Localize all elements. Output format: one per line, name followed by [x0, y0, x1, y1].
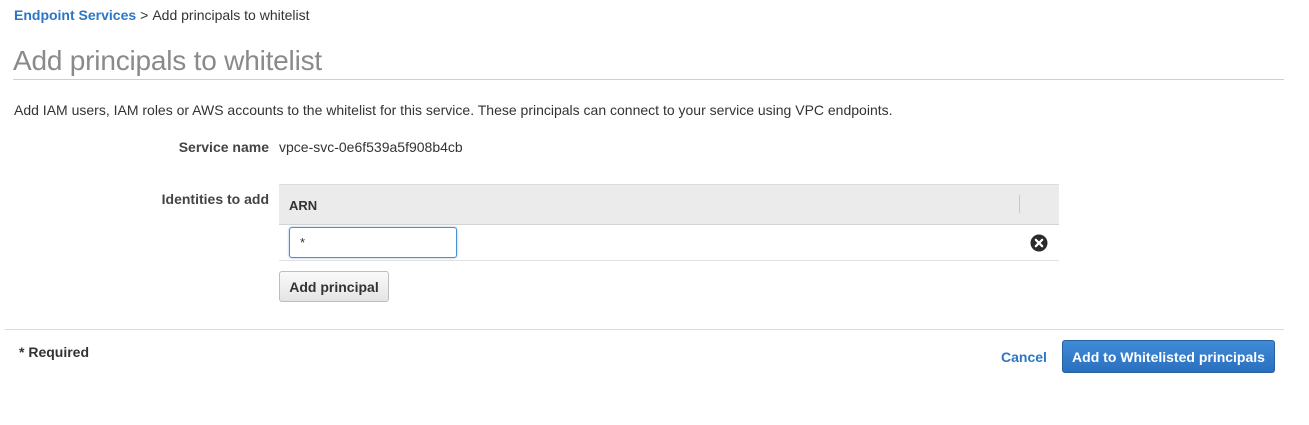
close-circle-icon[interactable] — [1030, 234, 1048, 252]
page-description: Add IAM users, IAM roles or AWS accounts… — [14, 102, 893, 118]
breadcrumb-link-endpoint-services[interactable]: Endpoint Services — [14, 7, 136, 23]
column-divider — [1019, 195, 1020, 213]
arn-column-header: ARN — [289, 198, 318, 213]
service-name-value: vpce-svc-0e6f539a5f908b4cb — [279, 139, 463, 155]
add-principal-button[interactable]: Add principal — [279, 271, 389, 302]
title-divider — [13, 79, 1284, 80]
arn-table-header: ARN — [279, 184, 1059, 225]
add-to-whitelist-button[interactable]: Add to Whitelisted principals — [1062, 340, 1275, 373]
table-row — [279, 225, 1059, 261]
breadcrumb: Endpoint Services > Add principals to whit… — [14, 7, 310, 23]
breadcrumb-current: Add principals to whitelist — [152, 7, 310, 23]
cancel-link[interactable]: Cancel — [1001, 349, 1047, 365]
page-title: Add principals to whitelist — [13, 45, 322, 76]
arn-input[interactable] — [289, 227, 457, 258]
identities-label: Identities to add — [161, 191, 269, 207]
arn-table: ARN — [279, 184, 1059, 261]
breadcrumb-separator: > — [140, 7, 149, 23]
service-name-label: Service name — [178, 139, 269, 155]
required-note: * Required — [19, 344, 90, 360]
footer-divider — [5, 329, 1284, 330]
